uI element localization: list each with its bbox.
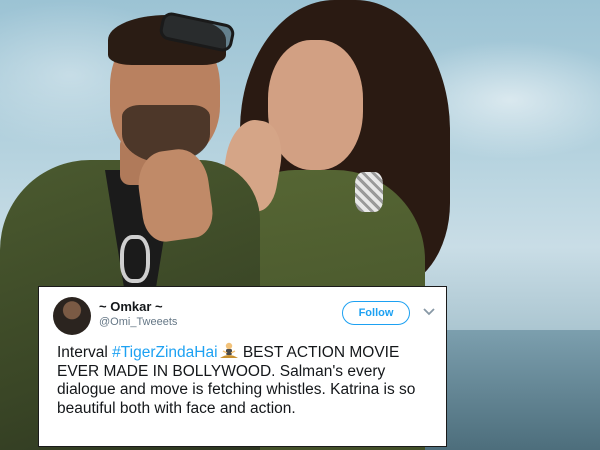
tweet-text: Interval #TigerZindaHai BEST ACTION MOVI…	[57, 342, 442, 418]
user-handle[interactable]: @Omi_Tweeets	[99, 316, 177, 328]
jacket-brooch	[355, 172, 383, 212]
chevron-down-icon[interactable]	[421, 303, 437, 319]
person-in-lotus-position-emoji-icon	[219, 342, 238, 358]
woman-face	[268, 40, 363, 170]
tweet-card: ~ Omkar ~ @Omi_Tweeets Follow Interval #…	[38, 286, 447, 447]
avatar[interactable]	[53, 297, 91, 335]
display-name[interactable]: ~ Omkar ~	[99, 299, 163, 314]
hashtag-link[interactable]: #TigerZindaHai	[112, 344, 217, 361]
bracelet	[120, 235, 150, 283]
follow-button[interactable]: Follow	[342, 301, 410, 325]
tweet-text-start: Interval	[57, 344, 113, 361]
